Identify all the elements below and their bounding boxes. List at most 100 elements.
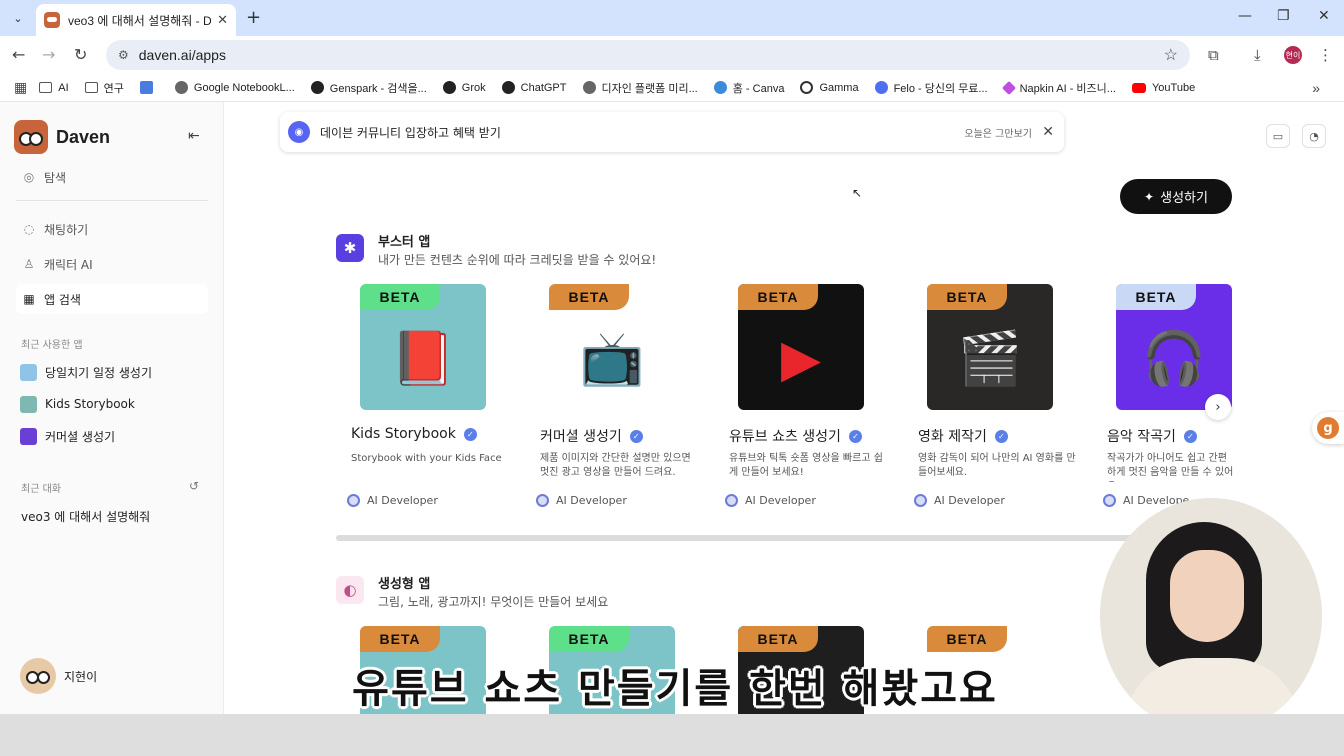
beta-badge: BETA bbox=[927, 626, 1007, 652]
collapse-sidebar-icon[interactable]: ⇤ bbox=[188, 128, 200, 144]
sidebar-nav-item[interactable]: ◌ 채팅하기 bbox=[16, 214, 208, 244]
tab-search-chevron-icon[interactable]: ⌄ bbox=[6, 6, 30, 30]
beta-badge: BETA bbox=[1116, 284, 1196, 310]
recent-app-item[interactable]: Kids Storybook bbox=[20, 392, 135, 416]
forward-icon[interactable]: → bbox=[42, 45, 55, 64]
minimize-icon[interactable]: — bbox=[1238, 8, 1252, 24]
bookmark-item[interactable] bbox=[139, 81, 159, 94]
address-bar[interactable]: ⚙ daven.ai/apps ☆ bbox=[106, 40, 1190, 70]
app-card[interactable]: BETA 🎬 영화 제작기 ✓ 영화 감독이 되어 나만의 AI 영화를 만들어보세요.… bbox=[914, 284, 1087, 507]
bookmark-item[interactable]: 홈 - Canva bbox=[713, 80, 784, 96]
brand-logo[interactable]: Daven bbox=[14, 120, 110, 154]
site-info-icon[interactable]: ⚙ bbox=[118, 48, 129, 62]
sidebar-item-label: 채팅하기 bbox=[44, 222, 89, 237]
bookmark-label: 연구 bbox=[103, 82, 124, 95]
booster-section-subtitle: 내가 만든 컨텐츠 순위에 따라 크레딧을 받을 수 있어요! bbox=[378, 253, 657, 267]
banner-close-icon[interactable]: ✕ bbox=[1042, 124, 1054, 140]
app-card[interactable]: BETA 🎧 음악 작곡기 ✓ 작곡가가 아니어도 쉽고 간편하게 멋진 음악을 만들 … bbox=[1103, 284, 1276, 507]
folder-icon bbox=[39, 82, 53, 93]
bookmark-item[interactable]: AI bbox=[39, 81, 69, 94]
translate-icon bbox=[139, 81, 153, 94]
bookmark-item[interactable]: Google NotebookL... bbox=[174, 81, 295, 94]
app-card[interactable]: BETA 📕 Kids Storybook ✓ Storybook with your … bbox=[347, 284, 520, 507]
app-description: 작곡가가 아니어도 쉽고 간편하게 멋진 음악을 만들 수 있어요! bbox=[1107, 453, 1234, 482]
bookmark-label: Genspark - 검색을... bbox=[329, 82, 427, 95]
recent-chat-item[interactable]: veo3 에 대해서 설명해줘 bbox=[21, 508, 150, 525]
app-name: 음악 작곡기 ✓ bbox=[1107, 426, 1197, 446]
beta-badge: BETA bbox=[738, 284, 818, 310]
bookmark-label: Napkin AI - 비즈니... bbox=[1019, 82, 1116, 95]
bookmark-item[interactable]: Genspark - 검색을... bbox=[310, 80, 427, 96]
profile-avatar[interactable]: 현이 bbox=[1284, 46, 1302, 64]
chat-icon: ◌ bbox=[23, 222, 35, 236]
recent-app-item[interactable]: 커머셜 생성기 bbox=[20, 424, 115, 448]
bookmark-item[interactable]: 연구 bbox=[84, 80, 124, 96]
bookmark-item[interactable]: 디자인 플랫폼 미리... bbox=[582, 80, 698, 96]
sidebar: Daven ⇤ ◎ 탐색 ◌ 채팅하기 ♙ 캐릭터 AI ▦ 앱 검색 최근 사용한 앱 … bbox=[0, 102, 224, 714]
bookmark-star-icon[interactable]: ☆ bbox=[1164, 45, 1178, 65]
download-icon[interactable]: ⤓ bbox=[1254, 46, 1261, 64]
new-tab-button[interactable]: + bbox=[246, 7, 261, 28]
user-profile[interactable]: 지현이 bbox=[20, 658, 97, 694]
sidebar-nav-item[interactable]: ▦ 앱 검색 bbox=[16, 284, 208, 314]
side-widget[interactable]: g bbox=[1312, 412, 1344, 444]
history-icon[interactable]: ↺ bbox=[189, 479, 199, 493]
beta-badge: BETA bbox=[927, 284, 1007, 310]
developer-icon bbox=[725, 494, 738, 507]
verified-icon: ✓ bbox=[463, 427, 477, 441]
bookmark-item[interactable]: Napkin AI - 비즈니... bbox=[1001, 80, 1116, 96]
beta-badge: BETA bbox=[360, 284, 440, 310]
bookmark-item[interactable]: ChatGPT bbox=[501, 81, 567, 94]
app-description: Storybook with your Kids Face bbox=[351, 453, 502, 464]
bookmark-label: Gamma bbox=[819, 81, 859, 94]
banner-text: 데이븐 커뮤니티 입장하고 혜택 받기 bbox=[320, 125, 501, 140]
tab-title: veo3 에 대해서 설명해줘 - Da bbox=[68, 13, 212, 28]
app-card[interactable]: BETA ▶ 유튜브 쇼츠 생성기 ✓ 유튜브와 틱톡 숏폼 영상을 빠르고 쉽게 만들… bbox=[725, 284, 898, 507]
app-illustration-icon: ▶ bbox=[781, 329, 821, 389]
sidebar-nav-item[interactable]: ♙ 캐릭터 AI bbox=[16, 249, 208, 279]
webcam-overlay bbox=[1100, 498, 1322, 734]
app-illustration-icon: 📺 bbox=[579, 329, 645, 389]
dismiss-today-link[interactable]: 오늘은 그만보기 bbox=[964, 125, 1032, 140]
beta-badge: BETA bbox=[738, 626, 818, 652]
beta-badge: BETA bbox=[360, 626, 440, 652]
bookmarks-more-icon[interactable]: » bbox=[1312, 80, 1320, 96]
app-illustration-icon: 🎧 bbox=[1141, 329, 1207, 389]
archive-icon[interactable]: ▭ bbox=[1266, 124, 1290, 148]
developer-icon bbox=[1103, 494, 1116, 507]
window-close-icon[interactable]: ✕ bbox=[1318, 8, 1330, 24]
napkin-icon bbox=[1001, 80, 1016, 95]
browser-menu-icon[interactable]: ⋮ bbox=[1318, 46, 1333, 64]
reload-icon[interactable]: ↻ bbox=[74, 45, 87, 64]
bookmarks-bar: ▦ AI 연구 Google NotebookL... Genspark - 검색을.… bbox=[0, 74, 1344, 102]
app-author: AI Developer bbox=[725, 494, 816, 507]
bookmark-item[interactable]: Gamma bbox=[800, 81, 859, 94]
extensions-icon[interactable]: ⧉ bbox=[1208, 46, 1219, 64]
sidebar-item-explore[interactable]: ◎ 탐색 bbox=[16, 162, 208, 192]
app-thumbnail: BETA ▶ bbox=[738, 284, 864, 410]
horizontal-scrollbar[interactable] bbox=[336, 535, 1136, 541]
create-button[interactable]: ✦ 생성하기 bbox=[1120, 179, 1232, 214]
design-icon bbox=[582, 81, 596, 94]
verified-icon: ✓ bbox=[629, 429, 643, 443]
recent-app-item[interactable]: 당일치기 일정 생성기 bbox=[20, 360, 152, 384]
active-tab[interactable]: veo3 에 대해서 설명해줘 - Da ✕ bbox=[36, 4, 236, 36]
bookmark-label: AI bbox=[58, 81, 69, 94]
developer-icon bbox=[347, 494, 360, 507]
bookmark-item[interactable]: YouTube bbox=[1131, 82, 1195, 94]
avatar bbox=[20, 658, 56, 694]
app-card[interactable]: BETA 📺 커머셜 생성기 ✓ 제품 이미지와 간단한 설명만 있으면 멋진 광고 영… bbox=[536, 284, 709, 507]
bookmark-label: Google NotebookL... bbox=[193, 81, 295, 94]
carousel-next-icon[interactable]: › bbox=[1205, 394, 1231, 420]
maximize-icon[interactable]: ❐ bbox=[1277, 8, 1290, 24]
beta-badge: BETA bbox=[549, 626, 629, 652]
tab-close-icon[interactable]: ✕ bbox=[217, 13, 228, 28]
app-thumbnail bbox=[20, 395, 37, 413]
back-icon[interactable]: ← bbox=[12, 45, 25, 64]
apps-grid-icon[interactable]: ▦ bbox=[14, 79, 27, 96]
notification-bell-icon[interactable]: ◔ bbox=[1302, 124, 1326, 148]
bookmark-item[interactable]: Grok bbox=[442, 81, 486, 94]
community-banner[interactable]: ◉ 데이븐 커뮤니티 입장하고 혜택 받기 오늘은 그만보기 ✕ bbox=[280, 112, 1064, 152]
bookmark-label: ChatGPT bbox=[520, 81, 567, 94]
bookmark-item[interactable]: Felo - 당신의 무료... bbox=[874, 80, 988, 96]
